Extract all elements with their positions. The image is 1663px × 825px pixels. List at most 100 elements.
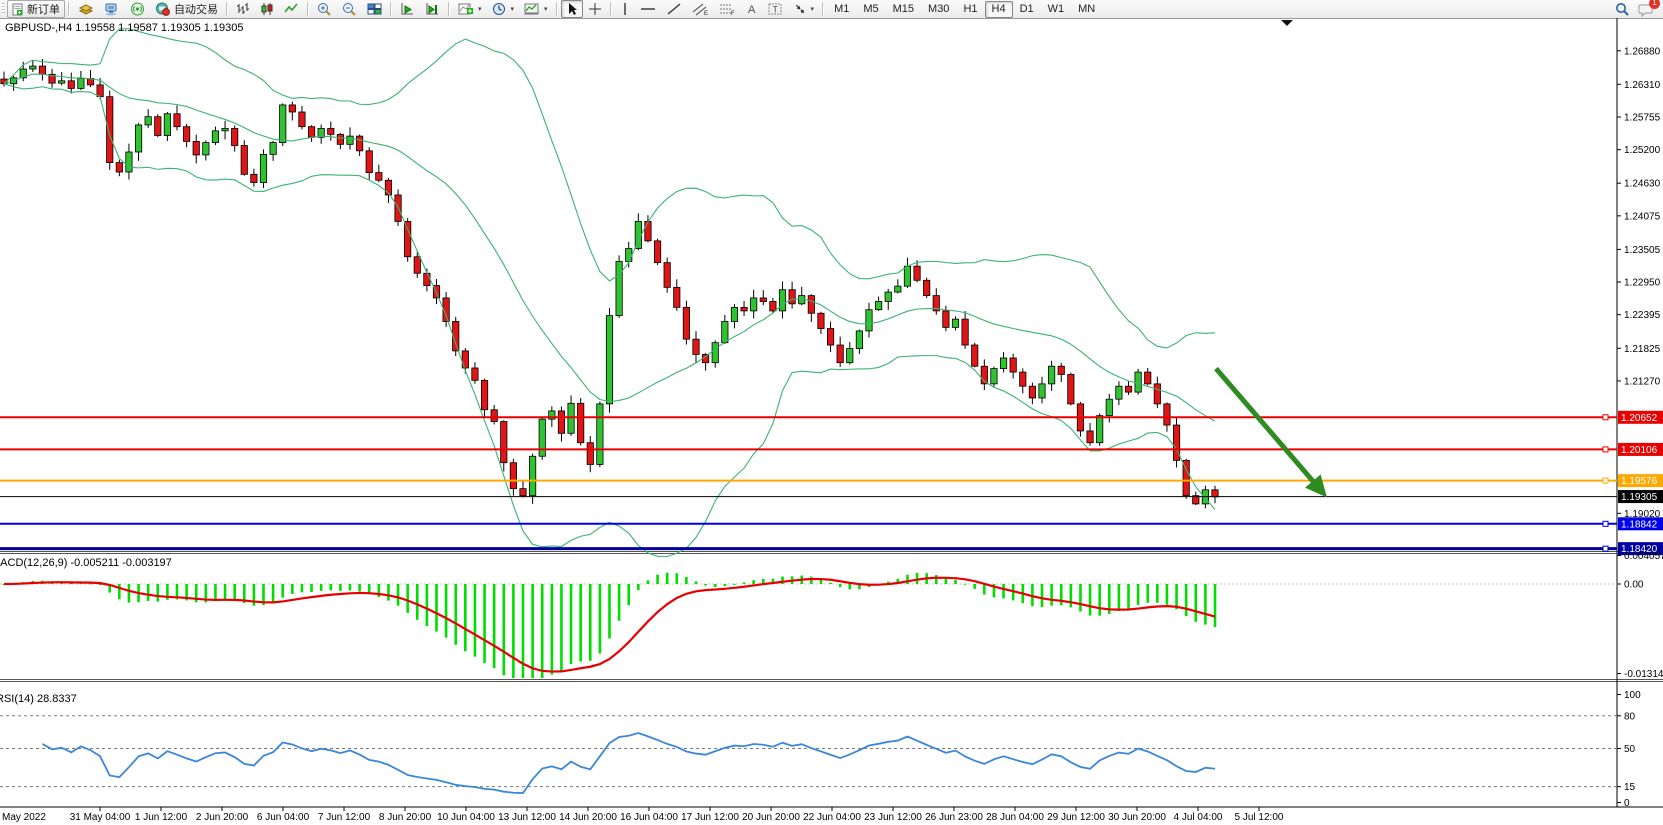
candle[interactable] xyxy=(424,273,430,285)
vertical-line-button[interactable] xyxy=(615,0,635,18)
candle[interactable] xyxy=(280,105,286,143)
candle[interactable] xyxy=(1106,399,1112,415)
indicators-dropdown-arrow[interactable]: ▾ xyxy=(478,5,482,13)
candle[interactable] xyxy=(808,296,814,314)
bollinger-bands[interactable] xyxy=(4,29,1215,557)
timeframe-M30[interactable]: M30 xyxy=(921,1,956,18)
candle[interactable] xyxy=(779,290,785,311)
candle[interactable] xyxy=(856,331,862,349)
new-order-button[interactable]: 新订单 xyxy=(7,0,65,18)
arrows-button[interactable]: ▾ xyxy=(788,0,820,18)
candle[interactable] xyxy=(308,127,314,138)
candle[interactable] xyxy=(1116,386,1122,399)
candle[interactable] xyxy=(97,85,103,97)
candle[interactable] xyxy=(731,307,737,321)
candle[interactable] xyxy=(1058,366,1064,374)
candle[interactable] xyxy=(126,152,132,172)
candle[interactable] xyxy=(414,257,420,273)
hline-anchor[interactable] xyxy=(1603,478,1608,483)
candle[interactable] xyxy=(568,403,574,433)
candle[interactable] xyxy=(116,163,122,172)
candle[interactable] xyxy=(78,78,84,88)
candle[interactable] xyxy=(626,249,632,262)
cursor-button[interactable] xyxy=(561,0,583,18)
price-chart-svg[interactable]: 1.206521.201061.195761.193051.188421.184… xyxy=(0,18,1663,825)
candle[interactable] xyxy=(183,127,189,142)
candle[interactable] xyxy=(174,114,180,127)
candle[interactable] xyxy=(1164,404,1170,425)
timeframe-M15[interactable]: M15 xyxy=(886,1,921,18)
timeframe-W1[interactable]: W1 xyxy=(1041,1,1072,18)
candle[interactable] xyxy=(1154,384,1160,404)
periods-dropdown-arrow[interactable]: ▾ xyxy=(511,5,515,13)
autotrading-button[interactable]: 自动交易 xyxy=(150,0,223,18)
candle[interactable] xyxy=(866,310,872,331)
candle[interactable] xyxy=(520,489,526,496)
fibonacci-button[interactable]: F xyxy=(714,0,741,18)
candle[interactable] xyxy=(222,128,228,130)
candle[interactable] xyxy=(251,174,257,182)
candle[interactable] xyxy=(693,339,699,354)
candle[interactable] xyxy=(366,151,372,173)
timeframe-M1[interactable]: M1 xyxy=(827,1,856,18)
indicators-button[interactable]: ▾ xyxy=(453,0,487,18)
candle[interactable] xyxy=(212,131,218,143)
macd-axis[interactable]: 0.0040570.00-0.013143 xyxy=(1617,551,1663,680)
periods-button[interactable]: ▾ xyxy=(487,0,520,18)
candle[interactable] xyxy=(270,143,276,155)
candle[interactable] xyxy=(664,263,670,288)
candle[interactable] xyxy=(510,463,516,489)
candle[interactable] xyxy=(107,97,113,163)
candle[interactable] xyxy=(145,117,151,125)
auto-scroll-button[interactable] xyxy=(395,0,420,18)
candle[interactable] xyxy=(587,443,593,465)
candle[interactable] xyxy=(962,319,968,345)
candle[interactable] xyxy=(847,349,853,363)
trendline-button[interactable] xyxy=(661,0,687,18)
candle[interactable] xyxy=(750,298,756,311)
candle[interactable] xyxy=(68,81,74,89)
notifications-icon[interactable]: 1 xyxy=(1638,2,1655,17)
candle[interactable] xyxy=(972,345,978,366)
hline-anchor[interactable] xyxy=(1603,546,1608,551)
macd-histogram[interactable] xyxy=(3,573,1217,678)
terminal-button[interactable] xyxy=(99,0,125,18)
candle[interactable] xyxy=(155,117,161,136)
timeframe-MN[interactable]: MN xyxy=(1071,1,1102,18)
candle[interactable] xyxy=(1212,490,1218,497)
candle[interactable] xyxy=(376,173,382,181)
timeframe-D1[interactable]: D1 xyxy=(1013,1,1041,18)
candle[interactable] xyxy=(39,66,45,74)
timeframe-H4[interactable]: H4 xyxy=(985,1,1013,18)
candle[interactable] xyxy=(914,266,920,280)
time-axis[interactable]: May 202231 May 04:001 Jun 12:002 Jun 20:… xyxy=(2,807,1284,823)
candle[interactable] xyxy=(577,403,583,442)
candle[interactable] xyxy=(1000,358,1006,369)
candle[interactable] xyxy=(1068,374,1074,403)
timeframe-H1[interactable]: H1 xyxy=(956,1,984,18)
candle[interactable] xyxy=(741,307,747,311)
candle[interactable] xyxy=(135,125,141,152)
candle[interactable] xyxy=(683,307,689,339)
candle[interactable] xyxy=(58,81,64,83)
candle[interactable] xyxy=(722,321,728,342)
line-chart-button[interactable] xyxy=(279,0,304,18)
candle[interactable] xyxy=(645,221,651,240)
candle[interactable] xyxy=(827,329,833,345)
timeframe-M5[interactable]: M5 xyxy=(856,1,885,18)
horizontal-line-button[interactable] xyxy=(635,0,661,18)
candle[interactable] xyxy=(799,296,805,304)
bar-chart-button[interactable] xyxy=(231,0,255,18)
tile-windows-button[interactable] xyxy=(362,0,387,18)
arrows-dropdown-arrow[interactable]: ▾ xyxy=(811,5,815,13)
candle[interactable] xyxy=(875,301,881,309)
candle[interactable] xyxy=(1010,358,1016,372)
candle[interactable] xyxy=(904,266,910,286)
candle[interactable] xyxy=(193,141,199,155)
candlestick-chart-button[interactable] xyxy=(255,0,279,18)
candle[interactable] xyxy=(770,301,776,310)
templates-dropdown-arrow[interactable]: ▾ xyxy=(544,5,548,13)
candle[interactable] xyxy=(1125,386,1131,392)
candle[interactable] xyxy=(472,368,478,380)
candle[interactable] xyxy=(606,316,612,404)
